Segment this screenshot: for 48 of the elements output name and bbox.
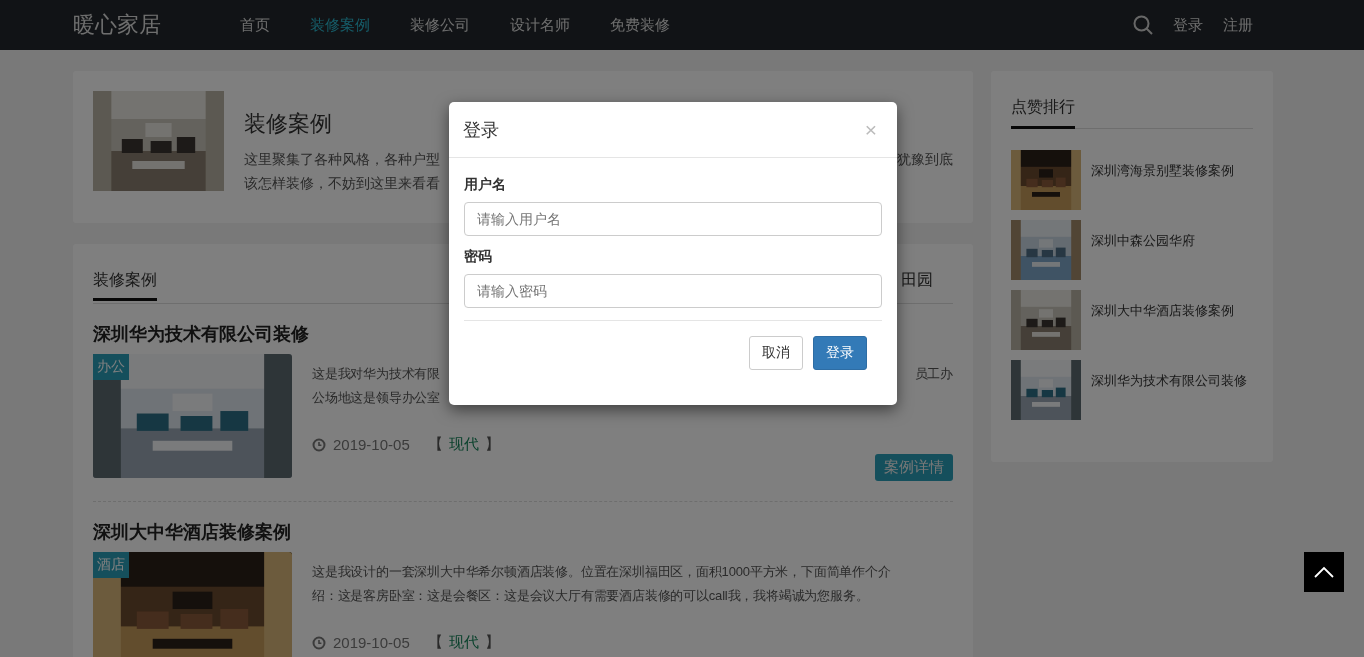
category-tab[interactable]: 田园	[901, 270, 933, 291]
cancel-button[interactable]: 取消	[749, 336, 803, 370]
register-link[interactable]: 注册	[1223, 15, 1253, 35]
style-link[interactable]: 现代	[448, 633, 479, 652]
clock-icon	[312, 635, 326, 650]
site-logo[interactable]: 暖心家居	[73, 10, 240, 40]
style-link[interactable]: 现代	[448, 435, 479, 454]
field-label: 密码	[464, 248, 493, 266]
case-description: 这是我对华为技术有限	[312, 365, 440, 383]
nav-link[interactable]: 设计名师	[510, 15, 570, 35]
bracket: 】	[484, 633, 500, 652]
intro-text: 这里聚集了各种风格，各种户型	[244, 150, 440, 169]
bracket: 【	[427, 633, 443, 652]
case-description: 绍：这是客房卧室：这是会餐区：这是会议大厅有需要酒店装修的可以call我，我将竭诚为您服务。	[312, 587, 869, 605]
details-button[interactable]: 案例详情	[875, 454, 953, 481]
ranking-link[interactable]: 深圳大中华酒店装修案例	[1091, 290, 1234, 321]
case-date: 2019-10-05	[333, 634, 410, 651]
bracket: 】	[484, 435, 500, 454]
dialog-title: 登录	[463, 118, 499, 142]
case-description: 员工办	[914, 365, 953, 383]
input-field[interactable]: 请输入密码	[464, 274, 882, 308]
category-badge: 办公	[93, 354, 129, 380]
field-label: 用户名	[464, 176, 507, 194]
section-tab[interactable]: 装修案例	[93, 270, 157, 301]
case-date: 2019-10-05	[333, 436, 410, 453]
intro-text: 犹豫到底	[897, 150, 953, 169]
case-title[interactable]: 深圳大中华酒店装修案例	[93, 520, 953, 544]
nav-link[interactable]: 首页	[240, 15, 270, 35]
login-button[interactable]: 登录	[813, 336, 867, 370]
ranking-link[interactable]: 深圳中森公园华府	[1091, 220, 1195, 251]
chevron-up-icon	[1314, 566, 1334, 578]
clock-icon	[312, 437, 326, 452]
nav-link[interactable]: 装修案例	[310, 15, 370, 35]
bracket: 【	[427, 435, 443, 454]
nav-link[interactable]: 免费装修	[610, 15, 670, 35]
login-link[interactable]: 登录	[1173, 15, 1203, 35]
case-description: 公场地这是领导办公室	[312, 389, 440, 407]
ranking-link[interactable]: 深圳湾海景别墅装修案例	[1091, 150, 1234, 181]
input-field[interactable]: 请输入用户名	[464, 202, 882, 236]
nav-link[interactable]: 装修公司	[410, 15, 470, 35]
intro-title: 装修案例	[244, 110, 332, 138]
ranking-link[interactable]: 深圳华为技术有限公司装修	[1091, 360, 1247, 391]
category-badge: 酒店	[93, 552, 129, 578]
back-to-top-button[interactable]	[1304, 552, 1344, 592]
close-button[interactable]: ×	[858, 117, 883, 142]
intro-text: 该怎样装修，不妨到这里来看看	[244, 174, 440, 193]
search-icon[interactable]	[1133, 15, 1153, 35]
ranking-title: 点赞排行	[1011, 97, 1075, 129]
